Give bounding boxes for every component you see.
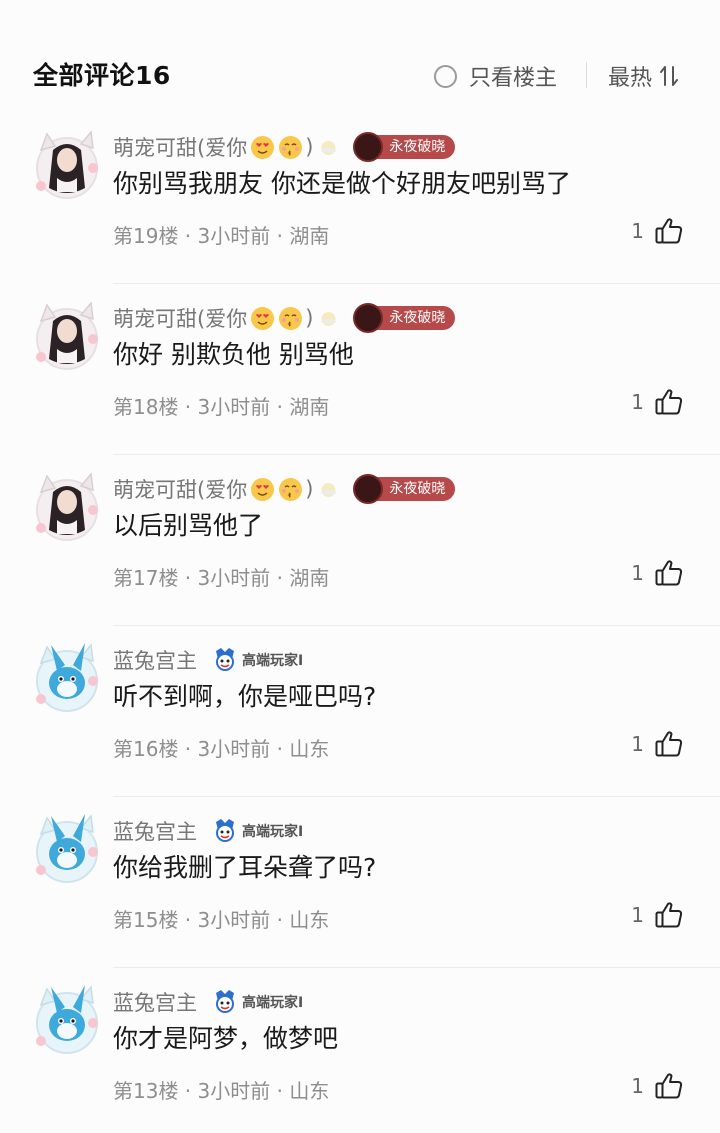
badge-label: 永夜破晓 <box>375 306 456 330</box>
thumbs-up-icon[interactable] <box>654 558 684 588</box>
comment-divider <box>113 283 720 284</box>
like-button[interactable]: 1 <box>631 558 684 588</box>
comment-text: 你才是阿梦，做梦吧 <box>113 1024 339 1053</box>
comment-header-row: 萌宠可甜(爱你 ) 永夜破晓 <box>113 474 456 504</box>
badge-label: 高端玩家I <box>242 824 304 840</box>
thumbs-up-icon[interactable] <box>654 900 684 930</box>
username-suffix: ) <box>305 477 314 501</box>
sort-label: 最热 <box>608 66 653 91</box>
only-op-label: 只看楼主 <box>469 66 558 91</box>
avatar[interactable] <box>31 641 101 713</box>
thumbs-up-icon[interactable] <box>654 729 684 759</box>
avatar[interactable] <box>31 128 101 200</box>
comment-username[interactable]: 蓝兔宫主 <box>113 816 197 846</box>
comment-username[interactable]: 蓝兔宫主 <box>113 987 197 1017</box>
badge-label: 高端玩家I <box>242 653 304 669</box>
thumbs-up-icon[interactable] <box>654 216 684 246</box>
comment-username[interactable]: 萌宠可甜(爱你 <box>113 303 247 333</box>
comments-title: 全部评论16 <box>33 61 171 90</box>
comment-meta: 第15楼 · 3小时前 · 山东 <box>113 908 330 932</box>
header-divider <box>586 62 587 88</box>
sort-toggle[interactable]: 最热 <box>608 60 680 92</box>
sun-emoji <box>316 306 341 331</box>
avatar[interactable] <box>31 299 101 371</box>
avatar[interactable] <box>31 812 101 884</box>
like-button[interactable]: 1 <box>631 1071 684 1101</box>
comment-text: 你给我删了耳朵聋了吗? <box>113 853 377 882</box>
avatar[interactable] <box>31 983 101 1055</box>
like-button[interactable]: 1 <box>631 216 684 246</box>
fan-badge[interactable]: 永夜破晓 <box>353 474 456 504</box>
comment-meta: 第18楼 · 3小时前 · 湖南 <box>113 395 330 419</box>
comment-divider <box>113 625 720 626</box>
comment-username[interactable]: 蓝兔宫主 <box>113 645 197 675</box>
player-badge[interactable]: 高端玩家I <box>213 647 303 673</box>
comment-text: 你好 别欺负他 别骂他 <box>113 340 354 369</box>
heart-eyes-emoji <box>250 477 275 502</box>
comments-page: 全部评论16 只看楼主 最热 萌宠可甜(爱你) 永夜破晓 你别骂我朋友 你还是… <box>0 0 720 1133</box>
kiss-emoji <box>278 306 303 331</box>
badge-label: 永夜破晓 <box>375 477 456 501</box>
comment-header-row: 蓝兔宫主 高端玩家I <box>113 987 303 1017</box>
like-count: 1 <box>631 1074 644 1098</box>
like-count: 1 <box>631 903 644 927</box>
player-badge[interactable]: 高端玩家I <box>213 818 303 844</box>
sun-emoji <box>316 477 341 502</box>
sun-emoji <box>316 135 341 160</box>
comment-text: 你别骂我朋友 你还是做个好朋友吧别骂了 <box>113 169 571 198</box>
heart-eyes-emoji <box>250 306 275 331</box>
player-badge-icon <box>213 989 237 1015</box>
badge-label: 永夜破晓 <box>375 135 456 159</box>
fan-badge[interactable]: 永夜破晓 <box>353 303 456 333</box>
comment-header-row: 蓝兔宫主 高端玩家I <box>113 645 303 675</box>
comment-text: 听不到啊，你是哑巴吗? <box>113 682 377 711</box>
radio-circle-icon[interactable] <box>434 64 457 88</box>
comments-header: 全部评论16 只看楼主 最热 <box>0 0 720 120</box>
like-count: 1 <box>631 732 644 756</box>
like-count: 1 <box>631 390 644 414</box>
comment-meta: 第13楼 · 3小时前 · 山东 <box>113 1079 330 1103</box>
kiss-emoji <box>278 135 303 160</box>
comment-header-row: 蓝兔宫主 高端玩家I <box>113 816 303 846</box>
comment-item[interactable]: 蓝兔宫主 高端玩家I 你给我删了耳朵聋了吗? 第15楼 · 3小时前 · 山东 … <box>0 812 720 983</box>
comment-item[interactable]: 萌宠可甜(爱你 ) 永夜破晓 你别骂我朋友 你还是做个好朋友吧别骂了 第19楼 … <box>0 128 720 299</box>
comment-item[interactable]: 蓝兔宫主 高端玩家I 听不到啊，你是哑巴吗? 第16楼 · 3小时前 · 山东 … <box>0 641 720 812</box>
avatar[interactable] <box>31 470 101 542</box>
comment-divider <box>113 796 720 797</box>
fan-badge[interactable]: 永夜破晓 <box>353 132 456 162</box>
player-badge-icon <box>213 818 237 844</box>
heart-eyes-emoji <box>250 135 275 160</box>
sort-arrows-icon <box>660 66 679 86</box>
comment-divider <box>113 967 720 968</box>
player-badge[interactable]: 高端玩家I <box>213 989 303 1015</box>
comment-item[interactable]: 蓝兔宫主 高端玩家I 你才是阿梦，做梦吧 第13楼 · 3小时前 · 山东 1 <box>0 983 720 1133</box>
like-button[interactable]: 1 <box>631 387 684 417</box>
like-count: 1 <box>631 219 644 243</box>
kiss-emoji <box>278 477 303 502</box>
comment-item[interactable]: 萌宠可甜(爱你 ) 永夜破晓 以后别骂他了 第17楼 · 3小时前 · 湖南 1 <box>0 470 720 641</box>
comment-header-row: 萌宠可甜(爱你 ) 永夜破晓 <box>113 303 456 333</box>
player-badge-icon <box>213 647 237 673</box>
comment-username[interactable]: 萌宠可甜(爱你 <box>113 474 247 504</box>
comment-text: 以后别骂他了 <box>113 511 264 540</box>
badge-label: 高端玩家I <box>242 995 304 1011</box>
like-count: 1 <box>631 561 644 585</box>
comment-header-row: 萌宠可甜(爱你 ) 永夜破晓 <box>113 132 456 162</box>
like-button[interactable]: 1 <box>631 729 684 759</box>
username-suffix: ) <box>305 306 314 330</box>
comment-divider <box>113 454 720 455</box>
thumbs-up-icon[interactable] <box>654 1071 684 1101</box>
comment-meta: 第16楼 · 3小时前 · 山东 <box>113 737 330 761</box>
thumbs-up-icon[interactable] <box>654 387 684 417</box>
comment-username[interactable]: 萌宠可甜(爱你 <box>113 132 247 162</box>
username-suffix: ) <box>305 135 314 159</box>
only-op-toggle[interactable]: 只看楼主 <box>434 60 557 92</box>
comment-item[interactable]: 萌宠可甜(爱你 ) 永夜破晓 你好 别欺负他 别骂他 第18楼 · 3小时前 ·… <box>0 299 720 470</box>
comment-meta: 第19楼 · 3小时前 · 湖南 <box>113 224 330 248</box>
like-button[interactable]: 1 <box>631 900 684 930</box>
comment-meta: 第17楼 · 3小时前 · 湖南 <box>113 566 330 590</box>
